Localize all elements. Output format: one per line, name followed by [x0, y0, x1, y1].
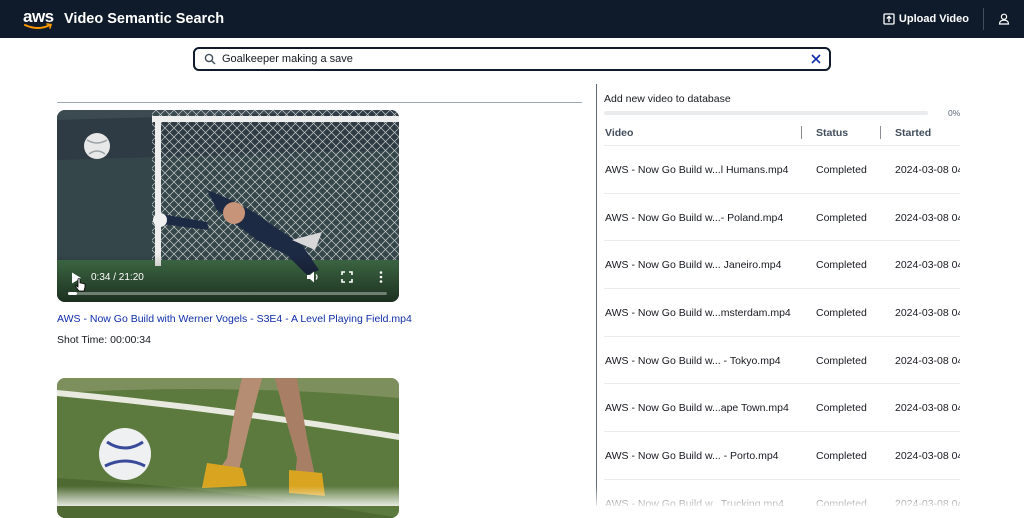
cell-status: Completed [816, 450, 867, 463]
table-body: AWS - Now Go Build w...l Humans.mp4 Compl… [604, 146, 960, 506]
search-bar [193, 47, 831, 71]
panel-divider [596, 84, 597, 506]
nav-utilities: Upload Video [883, 0, 1024, 38]
cell-video-name: AWS - Now Go Build w... - Tokyo.mp4 [605, 354, 781, 367]
cell-video-name: AWS - Now Go Build w... - Porto.mp4 [605, 450, 779, 463]
cell-started: 2024-03-08 04 [895, 259, 960, 272]
table-header: Video Status Started [604, 122, 960, 146]
table-row[interactable]: AWS - Now Go Build w...l Humans.mp4 Compl… [604, 146, 960, 194]
video-progress-bar[interactable] [68, 292, 387, 295]
cell-status: Completed [816, 211, 867, 224]
cell-started: 2024-03-08 04 [895, 354, 960, 367]
video-player[interactable]: 0:34 / 21:20 [57, 110, 399, 302]
volume-icon[interactable] [306, 270, 320, 284]
video-controls: 0:34 / 21:20 [57, 254, 399, 302]
table-row[interactable]: AWS - Now Go Build w...Trucking.mp4 Compl… [604, 480, 960, 506]
table-row[interactable]: AWS - Now Go Build w...ape Town.mp4 Compl… [604, 384, 960, 433]
upload-progress-percent: 0% [948, 108, 961, 118]
cell-video-name: AWS - Now Go Build w... Janeiro.mp4 [605, 259, 782, 272]
aws-smile-icon [24, 23, 53, 29]
fullscreen-icon[interactable] [341, 271, 353, 283]
cell-started: 2024-03-08 04 [895, 307, 960, 320]
cell-status: Completed [816, 259, 867, 272]
cell-video-name: AWS - Now Go Build w...ape Town.mp4 [605, 402, 789, 415]
clear-icon [811, 54, 821, 64]
upload-panel-title: Add new video to database [604, 93, 731, 105]
search-icon [204, 53, 216, 65]
search-input[interactable] [222, 50, 811, 68]
table-row[interactable]: AWS - Now Go Build w... - Tokyo.mp4 Compl… [604, 337, 960, 385]
column-header-status[interactable]: Status [816, 127, 848, 139]
column-resizer[interactable] [880, 126, 881, 139]
cell-status: Completed [816, 354, 867, 367]
upload-progress-bar [604, 111, 928, 115]
table-row[interactable]: AWS - Now Go Build w... Janeiro.mp4 Compl… [604, 241, 960, 290]
cell-started: 2024-03-08 04 [895, 211, 960, 224]
user-profile-icon [998, 13, 1010, 25]
top-navigation: aws Video Semantic Search Upload Video [0, 0, 1024, 38]
column-header-video[interactable]: Video [605, 127, 633, 139]
table-row[interactable]: AWS - Now Go Build w...- Poland.mp4 Compl… [604, 194, 960, 242]
pointer-cursor-icon [75, 278, 86, 292]
results-divider [57, 102, 582, 103]
cell-video-name: AWS - Now Go Build w...- Poland.mp4 [605, 211, 784, 224]
more-options-icon[interactable] [377, 270, 385, 284]
cell-status: Completed [816, 497, 867, 506]
brand[interactable]: aws Video Semantic Search [22, 6, 224, 32]
upload-video-label: Upload Video [898, 13, 969, 25]
cell-started: 2024-03-08 04 [895, 497, 960, 506]
video-frame-dribble [57, 378, 399, 518]
cell-started: 2024-03-08 04 [895, 402, 960, 415]
app-title: Video Semantic Search [64, 11, 225, 27]
cell-status: Completed [816, 307, 867, 320]
upload-icon [883, 13, 895, 25]
cell-status: Completed [816, 402, 867, 415]
column-header-started[interactable]: Started [895, 127, 931, 139]
user-profile-button[interactable] [984, 0, 1024, 38]
shot-time: Shot Time: 00:00:34 [57, 334, 151, 346]
cell-status: Completed [816, 164, 867, 176]
cell-video-name: AWS - Now Go Build w...msterdam.mp4 [605, 307, 791, 320]
video-player-2[interactable] [57, 378, 399, 518]
video-title-link[interactable]: AWS - Now Go Build with Werner Vogels - … [57, 313, 412, 325]
cell-started: 2024-03-08 04 [895, 164, 960, 176]
aws-logo[interactable]: aws [22, 6, 56, 32]
clear-search-button[interactable] [811, 54, 821, 64]
video-progress-fill [68, 292, 77, 295]
table-row[interactable]: AWS - Now Go Build w...msterdam.mp4 Compl… [604, 289, 960, 337]
table-row[interactable]: AWS - Now Go Build w... - Porto.mp4 Compl… [604, 432, 960, 480]
videos-table: Video Status Started AWS - Now Go Build … [604, 122, 960, 506]
cell-video-name: AWS - Now Go Build w...Trucking.mp4 [605, 497, 784, 506]
column-resizer[interactable] [801, 126, 802, 139]
cell-started: 2024-03-08 04 [895, 450, 960, 463]
upload-video-button[interactable]: Upload Video [883, 0, 983, 38]
video-time: 0:34 / 21:20 [91, 272, 144, 283]
cell-video-name: AWS - Now Go Build w...l Humans.mp4 [605, 164, 789, 176]
